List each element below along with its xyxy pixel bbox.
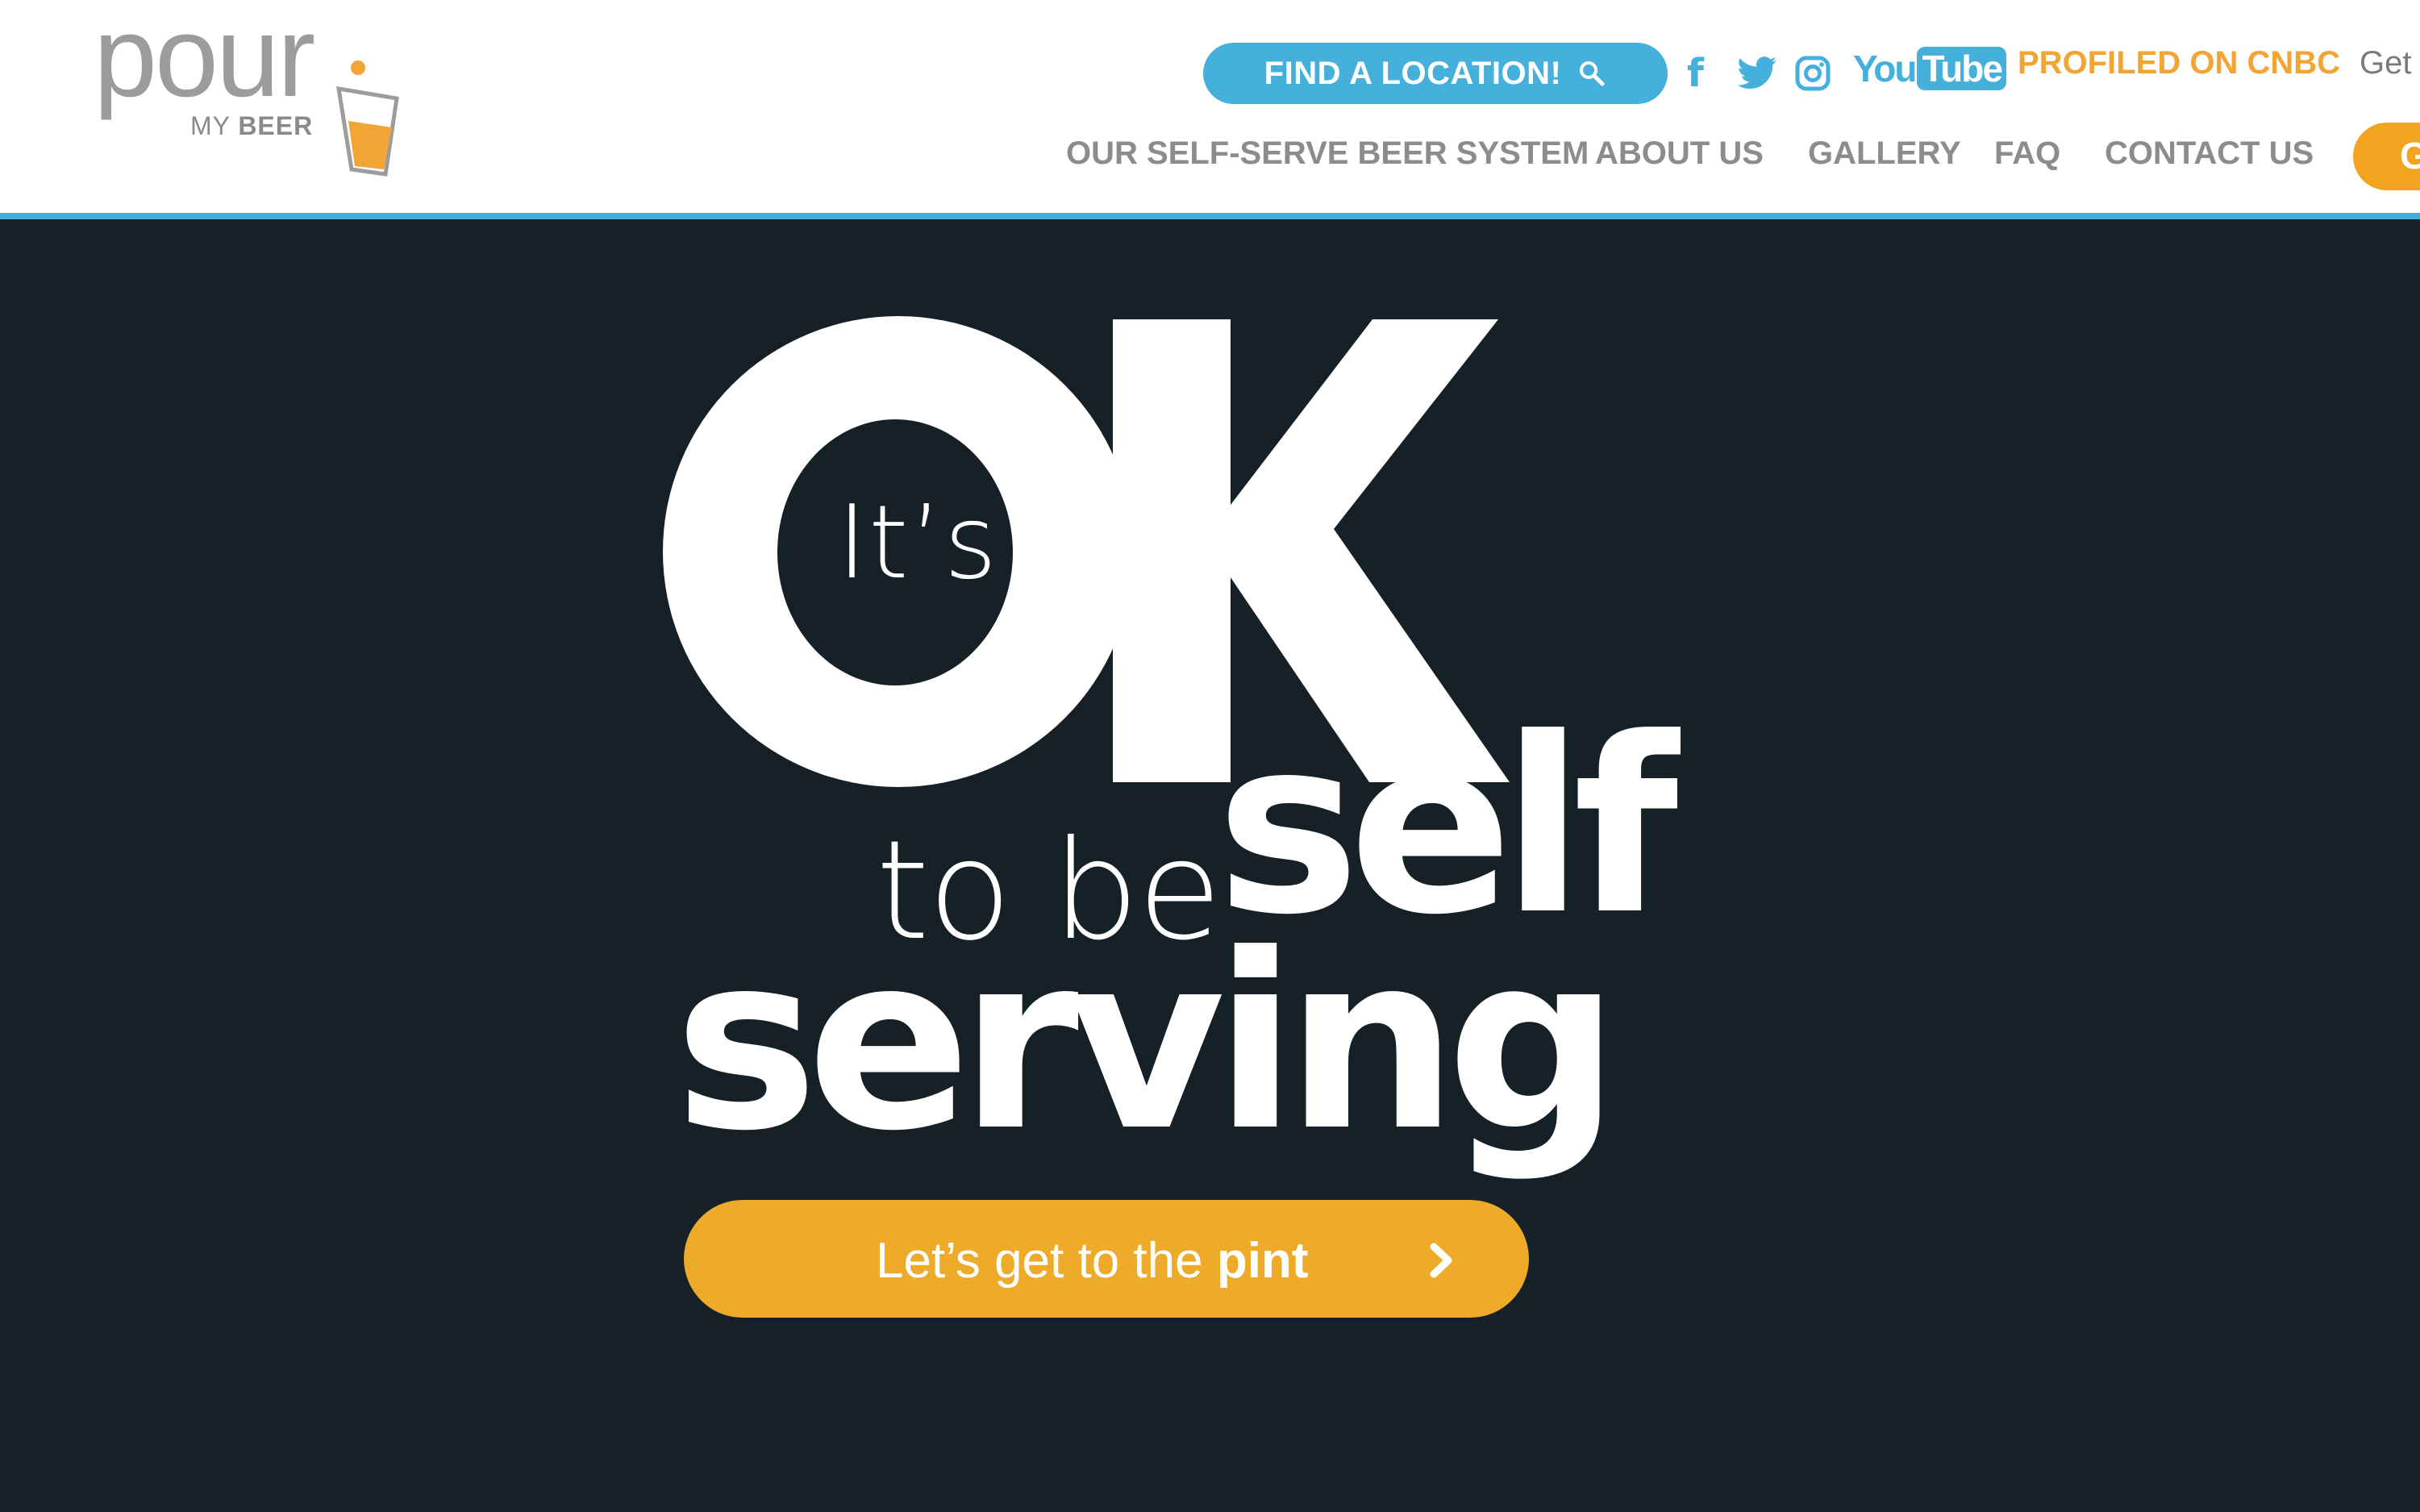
- youtube-you-text: You: [1853, 48, 1917, 90]
- youtube-tube-text: Tube: [1917, 47, 2006, 90]
- get-started-label: G: [2400, 135, 2420, 177]
- profiled-on-cnbc-link[interactable]: PROFILED ON CNBC: [2018, 45, 2340, 81]
- chevron-right-icon: [1430, 1243, 1452, 1278]
- cta-label-light: Let’s get to the: [876, 1233, 1217, 1289]
- pour-my-beer-logo[interactable]: pour MY BEER: [94, 0, 400, 177]
- hero-serving: serving: [674, 902, 1620, 1184]
- logo-sub-prefix: MY: [190, 111, 239, 140]
- get-to-the-pint-button[interactable]: Let’s get to the pint: [684, 1200, 1529, 1318]
- logo-wordmark: pour: [94, 0, 315, 121]
- get-link[interactable]: Get: [2360, 45, 2411, 81]
- instagram-icon[interactable]: [1795, 53, 1831, 94]
- nav-gallery[interactable]: GALLERY: [1808, 135, 1961, 177]
- facebook-icon[interactable]: f: [1687, 51, 1704, 96]
- hero-its: It’s: [837, 483, 999, 602]
- find-location-button[interactable]: FIND A LOCATION!: [1203, 43, 1668, 104]
- search-icon: [1580, 61, 1605, 86]
- get-started-button[interactable]: G: [2353, 123, 2420, 190]
- site-header: pour MY BEER FIND A LOCATION! f You Tube …: [0, 0, 2420, 213]
- twitter-icon[interactable]: [1737, 53, 1777, 94]
- logo-glass-icon: [335, 60, 399, 177]
- cta-label: Let’s get to the pint: [876, 1232, 1308, 1289]
- logo-sub-bold: BEER: [238, 111, 314, 140]
- youtube-icon[interactable]: You Tube: [1853, 47, 2006, 90]
- nav-contact-us[interactable]: CONTACT US: [2105, 135, 2314, 177]
- nav-faq[interactable]: FAQ: [1994, 135, 2060, 177]
- nav-self-serve-beer-system[interactable]: OUR SELF-SERVE BEER SYSTEM: [1066, 135, 1589, 177]
- find-location-label: FIND A LOCATION!: [1264, 55, 1562, 91]
- logo-subtitle: MY BEER: [190, 111, 313, 141]
- nav-about-us[interactable]: ABOUT US: [1595, 135, 1764, 177]
- cta-label-bold: pint: [1216, 1233, 1309, 1289]
- header-divider: [0, 213, 2420, 219]
